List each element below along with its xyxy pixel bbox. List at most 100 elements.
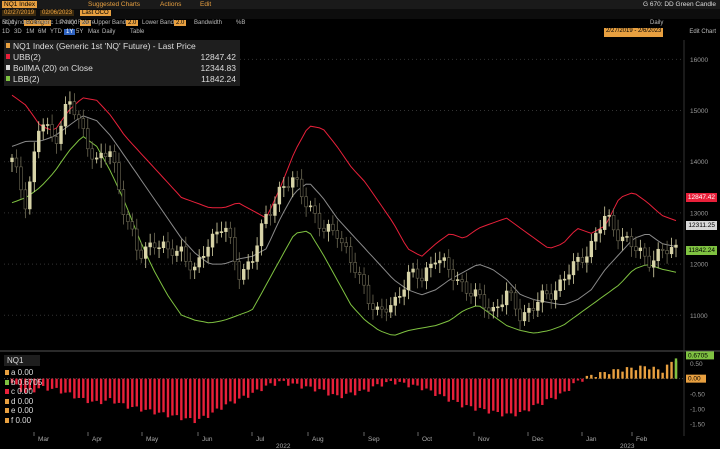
- oscillator-bar: [612, 369, 615, 379]
- oscillator-bar: [639, 365, 642, 379]
- candle-body: [665, 250, 669, 255]
- oscillator-bar: [180, 378, 183, 421]
- oscillator-bar: [550, 378, 553, 398]
- candle-body: [393, 296, 397, 306]
- oscillator-bar: [175, 378, 179, 416]
- legend-upper-value: 12847.42: [200, 52, 236, 62]
- candle-body: [527, 308, 531, 313]
- candle-body: [19, 166, 23, 191]
- candle-body: [81, 118, 86, 129]
- oscillator-tick-label: -0.50: [690, 391, 705, 398]
- oscillator-bar: [367, 378, 370, 392]
- oscillator-bar: [282, 378, 286, 381]
- candle-body: [14, 157, 19, 168]
- oscillator-bar: [576, 378, 580, 381]
- upper-swatch: [6, 54, 10, 59]
- candle-body: [406, 271, 411, 291]
- candle-body: [28, 181, 32, 210]
- oscillator-bar: [82, 378, 85, 398]
- oscillator-bar: [148, 378, 152, 410]
- month-label: Jun: [202, 436, 213, 443]
- lower-swatch: [6, 76, 10, 81]
- oscillator-bar: [59, 378, 63, 394]
- candle-body: [242, 269, 246, 280]
- candle-body: [86, 128, 90, 150]
- oscillator-bar: [429, 378, 433, 391]
- oscillator-bar: [269, 378, 272, 384]
- candle-body: [504, 290, 509, 306]
- oscillator-bar: [202, 378, 205, 416]
- middle-band-line: [11, 115, 677, 305]
- candle-body: [219, 231, 224, 233]
- candle-body: [184, 246, 188, 262]
- candle-body: [647, 255, 651, 268]
- oscillator-bar: [621, 371, 624, 379]
- oscillator-bar: [238, 378, 241, 399]
- oscillator-tick-label: 0.50: [690, 361, 703, 368]
- oscillator-legend-row: f 0.00: [4, 416, 48, 425]
- legend-row-upper: UBB(2) 12847.42: [4, 52, 240, 62]
- oscillator-bar: [162, 378, 165, 413]
- oscillator-bar: [536, 378, 540, 404]
- oscillator-legend-row: c 0.00: [4, 387, 48, 396]
- candle-body: [326, 223, 331, 232]
- candle-body: [540, 290, 545, 303]
- oscillator-bar: [585, 375, 589, 379]
- candle-body: [126, 214, 130, 222]
- candle-body: [634, 246, 638, 252]
- candle-body: [179, 246, 184, 252]
- oscillator-bar: [625, 367, 629, 379]
- candle-body: [357, 272, 362, 275]
- oscillator-bar: [260, 378, 263, 392]
- legend-mid-name: BollMA (20) on Close: [13, 63, 93, 73]
- candle-body: [54, 136, 59, 144]
- candle-body: [643, 247, 647, 257]
- oscillator-bar: [402, 378, 406, 383]
- oscillator-bar: [652, 366, 655, 379]
- candle-body: [32, 151, 36, 183]
- month-label: May: [146, 436, 159, 443]
- oscillator-bar: [478, 378, 482, 408]
- candle-body: [228, 227, 233, 238]
- oscillator-bar: [211, 378, 214, 413]
- oscillator-bar: [362, 378, 366, 390]
- candle-body: [166, 241, 170, 250]
- oscillator-swatch: [5, 398, 9, 404]
- oscillator-bar: [643, 366, 647, 379]
- oscillator-bar: [193, 378, 196, 424]
- oscillator-bar: [518, 378, 522, 413]
- candle-body: [447, 257, 451, 270]
- month-label: Oct: [422, 436, 432, 443]
- candle-body: [139, 249, 143, 259]
- oscillator-bar: [665, 364, 669, 379]
- oscillator-bar: [451, 378, 455, 400]
- candle-body: [68, 101, 72, 105]
- candle-body: [170, 248, 175, 256]
- month-label: Aug: [312, 436, 324, 443]
- candle-body: [23, 189, 28, 210]
- candle-body: [522, 312, 527, 322]
- candle-body: [250, 261, 255, 263]
- candle-body: [331, 223, 335, 231]
- price-tick-label: 15000: [690, 108, 708, 115]
- oscillator-bar: [64, 378, 67, 393]
- candle-body: [108, 151, 112, 157]
- candle-body: [277, 186, 282, 205]
- oscillator-bar: [73, 378, 76, 399]
- candle-body: [273, 203, 277, 216]
- candle-body: [77, 114, 81, 119]
- candle-body: [206, 246, 210, 257]
- candle-body: [94, 157, 99, 160]
- oscillator-bar: [505, 378, 508, 414]
- candle-body: [246, 261, 250, 270]
- oscillator-bar: [91, 378, 94, 402]
- oscillator-bar: [287, 378, 290, 386]
- candle-body: [99, 152, 103, 159]
- oscillator-bar: [322, 378, 326, 390]
- oscillator-tick-label: -1.00: [690, 406, 705, 413]
- oscillator-bar: [171, 378, 174, 416]
- lower-price-tag: 11842.24: [686, 246, 717, 255]
- candle-body: [286, 186, 290, 188]
- candle-body: [652, 260, 656, 268]
- oscillator-bar: [527, 378, 531, 412]
